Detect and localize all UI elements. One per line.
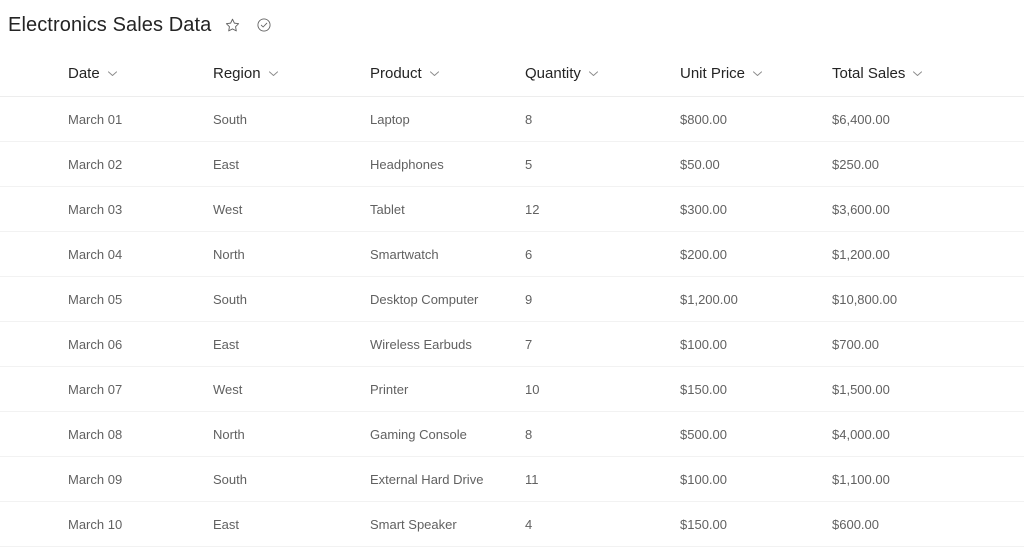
cell-quantity: 8	[525, 96, 680, 142]
table-row[interactable]: March 08 North Gaming Console 8 $500.00 $4,00…	[0, 411, 1024, 457]
cell-date: March 04	[0, 231, 213, 277]
cell-quantity: 9	[525, 276, 680, 322]
cell-unit-price: $800.00	[680, 96, 832, 142]
star-icon[interactable]	[221, 14, 243, 36]
data-grid: Date Region Product Quantity Unit Price …	[0, 50, 1024, 547]
cell-date: March 10	[0, 501, 213, 547]
cell-unit-price: $50.00	[680, 141, 832, 187]
column-header-quantity[interactable]: Quantity	[525, 50, 680, 97]
cell-product: Printer	[370, 366, 525, 412]
column-header-label: Total Sales	[832, 64, 906, 82]
cell-region: West	[213, 366, 370, 412]
cell-unit-price: $1,200.00	[680, 276, 832, 322]
cell-date: March 06	[0, 321, 213, 367]
cell-date: March 07	[0, 366, 213, 412]
cell-quantity: 7	[525, 321, 680, 367]
cell-total-sales: $1,100.00	[832, 456, 1024, 502]
column-header-label: Product	[370, 64, 422, 82]
cell-total-sales: $250.00	[832, 141, 1024, 187]
cell-unit-price: $500.00	[680, 411, 832, 457]
cell-total-sales: $700.00	[832, 321, 1024, 367]
cell-product: External Hard Drive	[370, 456, 525, 502]
cell-total-sales: $10,800.00	[832, 276, 1024, 322]
table-row[interactable]: March 06 East Wireless Earbuds 7 $100.00 $700…	[0, 321, 1024, 367]
cell-total-sales: $1,500.00	[832, 366, 1024, 412]
chevron-down-icon[interactable]	[429, 68, 440, 79]
cell-unit-price: $100.00	[680, 456, 832, 502]
cell-unit-price: $150.00	[680, 501, 832, 547]
sales-table: Date Region Product Quantity Unit Price …	[0, 50, 1024, 547]
cell-unit-price: $300.00	[680, 186, 832, 232]
cell-region: West	[213, 186, 370, 232]
cell-date: March 03	[0, 186, 213, 232]
cell-region: South	[213, 96, 370, 142]
cell-product: Wireless Earbuds	[370, 321, 525, 367]
table-row[interactable]: March 01 South Laptop 8 $800.00 $6,400.00	[0, 96, 1024, 142]
cell-product: Desktop Computer	[370, 276, 525, 322]
cell-date: March 09	[0, 456, 213, 502]
cell-quantity: 5	[525, 141, 680, 187]
chevron-down-icon[interactable]	[588, 68, 599, 79]
cell-region: East	[213, 501, 370, 547]
cell-region: North	[213, 411, 370, 457]
column-header-date[interactable]: Date	[0, 50, 213, 97]
table-row[interactable]: March 07 West Printer 10 $150.00 $1,500.00	[0, 366, 1024, 412]
cell-region: East	[213, 321, 370, 367]
cell-date: March 08	[0, 411, 213, 457]
table-row[interactable]: March 05 South Desktop Computer 9 $1,200.00 $…	[0, 276, 1024, 322]
page-header: Electronics Sales Data	[0, 0, 1024, 50]
cell-total-sales: $600.00	[832, 501, 1024, 547]
table-row[interactable]: March 10 East Smart Speaker 4 $150.00 $600.00	[0, 501, 1024, 547]
cell-date: March 01	[0, 96, 213, 142]
cell-date: March 05	[0, 276, 213, 322]
cell-unit-price: $200.00	[680, 231, 832, 277]
cell-total-sales: $3,600.00	[832, 186, 1024, 232]
column-header-label: Unit Price	[680, 64, 746, 82]
column-header-unit-price[interactable]: Unit Price	[680, 50, 832, 97]
cell-total-sales: $1,200.00	[832, 231, 1024, 277]
column-header-region[interactable]: Region	[213, 50, 370, 97]
table-header-row: Date Region Product Quantity Unit Price …	[0, 50, 1024, 97]
table-row[interactable]: March 09 South External Hard Drive 11 $100.0…	[0, 456, 1024, 502]
cell-product: Tablet	[370, 186, 525, 232]
chevron-down-icon[interactable]	[912, 68, 923, 79]
cell-product: Gaming Console	[370, 411, 525, 457]
chevron-down-icon[interactable]	[752, 68, 763, 79]
cell-region: South	[213, 276, 370, 322]
cell-product: Laptop	[370, 96, 525, 142]
cell-region: South	[213, 456, 370, 502]
cell-total-sales: $6,400.00	[832, 96, 1024, 142]
check-circle-icon[interactable]	[253, 14, 275, 36]
table-row[interactable]: March 03 West Tablet 12 $300.00 $3,600.00	[0, 186, 1024, 232]
cell-region: North	[213, 231, 370, 277]
cell-total-sales: $4,000.00	[832, 411, 1024, 457]
cell-quantity: 6	[525, 231, 680, 277]
table-body: March 01 South Laptop 8 $800.00 $6,400.00 Marc…	[0, 96, 1024, 547]
cell-quantity: 11	[525, 456, 680, 502]
cell-product: Smartwatch	[370, 231, 525, 277]
table-row[interactable]: March 02 East Headphones 5 $50.00 $250.00	[0, 141, 1024, 187]
column-header-label: Region	[213, 64, 261, 82]
page-title: Electronics Sales Data	[8, 14, 212, 36]
cell-unit-price: $150.00	[680, 366, 832, 412]
cell-product: Smart Speaker	[370, 501, 525, 547]
table-row[interactable]: March 04 North Smartwatch 6 $200.00 $1,200.00	[0, 231, 1024, 277]
cell-quantity: 10	[525, 366, 680, 412]
chevron-down-icon[interactable]	[107, 68, 118, 79]
cell-date: March 02	[0, 141, 213, 187]
column-header-total-sales[interactable]: Total Sales	[832, 50, 1024, 97]
column-header-product[interactable]: Product	[370, 50, 525, 97]
column-header-label: Date	[68, 64, 100, 82]
cell-region: East	[213, 141, 370, 187]
cell-unit-price: $100.00	[680, 321, 832, 367]
chevron-down-icon[interactable]	[268, 68, 279, 79]
cell-quantity: 12	[525, 186, 680, 232]
cell-quantity: 4	[525, 501, 680, 547]
cell-quantity: 8	[525, 411, 680, 457]
column-header-label: Quantity	[525, 64, 581, 82]
cell-product: Headphones	[370, 141, 525, 187]
